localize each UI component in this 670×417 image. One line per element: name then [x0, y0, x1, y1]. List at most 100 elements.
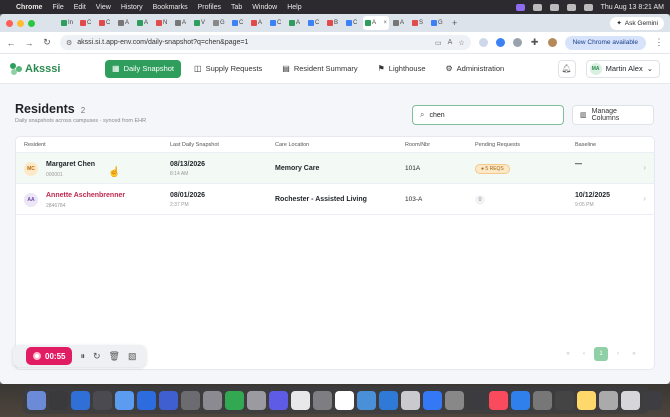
dock-launchpad-icon[interactable]: [49, 390, 68, 410]
tab-2[interactable]: C: [97, 16, 114, 30]
bookmark-star-icon[interactable]: ☆: [458, 39, 464, 47]
dock-tv-icon[interactable]: [335, 390, 354, 410]
profile-avatar[interactable]: [547, 38, 557, 47]
manage-columns-button[interactable]: ▥ Manage Columns: [572, 105, 654, 125]
ask-gemini-button[interactable]: ✦ Ask Gemini: [610, 16, 664, 30]
new-tab-button[interactable]: +: [452, 18, 457, 28]
extension-gray-icon[interactable]: [512, 38, 522, 47]
tab-5[interactable]: N: [154, 16, 171, 30]
reload-icon[interactable]: ↻: [42, 37, 52, 48]
dock-preview-icon[interactable]: [577, 390, 596, 410]
tab-10[interactable]: A: [249, 16, 266, 30]
dock-facetime-icon[interactable]: [181, 390, 200, 410]
pending-badge[interactable]: ● 5 REQS: [475, 164, 510, 174]
menubar-clock[interactable]: Thu Aug 13 8:21 AM: [601, 4, 664, 11]
dock-messages-icon[interactable]: [93, 390, 112, 410]
dock-podcasts-icon[interactable]: [379, 390, 398, 410]
app-logo[interactable]: Aksssi: [10, 62, 105, 75]
nav-lighthouse[interactable]: ⚑ Lighthouse: [371, 60, 433, 78]
col-room[interactable]: Room/Nbr: [405, 142, 430, 148]
tab-4[interactable]: A: [135, 16, 152, 30]
dock-finder-icon[interactable]: [27, 390, 46, 410]
dock-photos-icon[interactable]: [159, 390, 178, 410]
minimize-window-button[interactable]: [17, 19, 24, 27]
address-bar[interactable]: ⚙ akssi.si.t.app-env.com/daily-snapshot?…: [60, 35, 471, 50]
dock-maps-icon[interactable]: [137, 390, 156, 410]
tab-11[interactable]: C: [268, 16, 285, 30]
notifications-bell-icon[interactable]: 🔔︎: [557, 59, 576, 78]
menu-help[interactable]: Help: [287, 4, 301, 11]
translate-icon[interactable]: A: [448, 39, 453, 46]
tab-8[interactable]: G: [211, 16, 228, 30]
control-center-icon[interactable]: [583, 3, 593, 11]
chevron-right-icon[interactable]: ›: [643, 163, 646, 172]
last-page-icon[interactable]: »: [628, 348, 640, 360]
tab-9[interactable]: C: [230, 16, 247, 30]
back-icon[interactable]: ←: [6, 38, 16, 48]
tab-14[interactable]: B: [325, 16, 342, 30]
menu-bookmarks[interactable]: Bookmarks: [153, 4, 188, 11]
pause-icon[interactable]: ⏸: [80, 351, 85, 362]
status-icon[interactable]: [532, 3, 542, 11]
tab-after-0[interactable]: A: [391, 16, 408, 30]
extensions-puzzle-icon[interactable]: ✚: [530, 37, 540, 48]
dock-terminal-icon[interactable]: [467, 390, 486, 410]
camera-off-icon[interactable]: ▧: [128, 351, 137, 362]
col-baseline[interactable]: Baseline: [575, 142, 596, 148]
tab-3[interactable]: A: [116, 16, 133, 30]
dock-app-store-icon[interactable]: [423, 390, 442, 410]
menu-history[interactable]: History: [121, 4, 143, 11]
forward-icon[interactable]: →: [24, 38, 34, 48]
first-page-icon[interactable]: «: [562, 348, 574, 360]
trash-icon[interactable]: 🗑︎: [109, 351, 120, 362]
dock-reminders-icon[interactable]: [269, 390, 288, 410]
dock-calendar-icon[interactable]: [247, 390, 266, 410]
dock-settings-icon[interactable]: [445, 390, 464, 410]
prev-page-icon[interactable]: ‹: [578, 348, 590, 360]
wifi-icon[interactable]: [566, 3, 576, 11]
dock-downloads-icon[interactable]: [599, 390, 618, 410]
dock-contacts-icon[interactable]: [225, 390, 244, 410]
tab-0[interactable]: In: [59, 16, 76, 30]
extension-icon[interactable]: [478, 38, 488, 47]
tab-12[interactable]: A: [287, 16, 304, 30]
nav-daily-snapshot[interactable]: ▦ Daily Snapshot: [105, 59, 182, 78]
col-resident[interactable]: Resident: [24, 142, 46, 148]
dock-news-icon[interactable]: [401, 390, 420, 410]
tab-13[interactable]: C: [306, 16, 323, 30]
dock-slack-icon[interactable]: [533, 390, 552, 410]
nav-administration[interactable]: ⚙ Administration: [439, 60, 512, 78]
chevron-right-icon[interactable]: ›: [643, 194, 646, 203]
search-box[interactable]: ⌕: [412, 105, 564, 125]
dock-zoom-icon[interactable]: [511, 390, 530, 410]
nav-resident-summary[interactable]: ▤ Resident Summary: [275, 60, 364, 78]
dock-mail-icon[interactable]: [115, 390, 134, 410]
dock-notes-icon[interactable]: [291, 390, 310, 410]
col-care-location[interactable]: Care Location: [275, 142, 309, 148]
extension-blue-icon[interactable]: [495, 38, 505, 47]
dock-misc-icon[interactable]: [643, 390, 662, 410]
dock-phone-icon[interactable]: [203, 390, 222, 410]
menu-app-name[interactable]: Chrome: [16, 4, 42, 11]
table-row[interactable]: AA Annette Aschenbrenner 2846784 08/01/2…: [16, 184, 654, 215]
tab-1[interactable]: C: [78, 16, 95, 30]
resident-name[interactable]: Margaret Chen: [46, 161, 95, 168]
menu-window[interactable]: Window: [252, 4, 277, 11]
tab-after-2[interactable]: G: [429, 16, 446, 30]
dock-trash-bin-icon[interactable]: [621, 390, 640, 410]
menu-file[interactable]: File: [52, 4, 63, 11]
search-input[interactable]: [429, 111, 550, 119]
next-page-icon[interactable]: ›: [612, 348, 624, 360]
menu-tab[interactable]: Tab: [231, 4, 242, 11]
tab-active[interactable]: A ×: [363, 16, 389, 30]
site-info-icon[interactable]: ⚙: [66, 39, 72, 47]
tab-7[interactable]: V: [192, 16, 209, 30]
resident-name[interactable]: Annette Aschenbrenner: [46, 192, 125, 199]
chrome-update-button[interactable]: New Chrome available: [564, 35, 646, 50]
status-app-icon[interactable]: [515, 3, 525, 11]
menu-view[interactable]: View: [96, 4, 111, 11]
tab-6[interactable]: A: [173, 16, 190, 30]
restart-icon[interactable]: ↻: [93, 351, 101, 362]
close-window-button[interactable]: [6, 19, 13, 27]
menu-edit[interactable]: Edit: [74, 4, 86, 11]
